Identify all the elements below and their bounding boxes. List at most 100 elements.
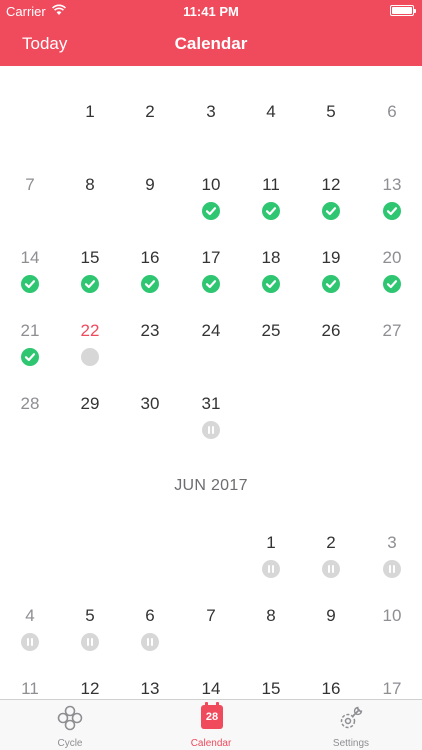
day-number: 13: [140, 679, 160, 698]
calendar-day[interactable]: 23: [120, 321, 180, 381]
tab-label-settings: Settings: [332, 738, 370, 749]
calendar-day[interactable]: 14: [0, 248, 60, 308]
calendar-day[interactable]: 12: [301, 175, 361, 235]
day-number: 9: [145, 175, 155, 194]
day-number: 6: [145, 606, 155, 625]
day-number: 8: [85, 175, 95, 194]
calendar-day[interactable]: 27: [362, 321, 422, 381]
checkmark-icon: [383, 202, 401, 220]
calendar-day[interactable]: 25: [241, 321, 301, 381]
checkmark-icon: [21, 348, 39, 366]
calendar-day[interactable]: 4: [0, 606, 60, 666]
calendar-day[interactable]: 1: [60, 102, 120, 162]
tab-bar: Cycle 28 Calendar Settings: [0, 699, 422, 750]
tab-calendar[interactable]: 28 Calendar: [151, 700, 271, 750]
day-number: 30: [140, 394, 160, 413]
day-number: 17: [382, 679, 402, 698]
day-number: 15: [261, 679, 281, 698]
calendar-day[interactable]: 17: [362, 679, 422, 699]
checkmark-icon: [21, 275, 39, 293]
pause-icon: [21, 633, 39, 651]
day-number: 1: [85, 102, 95, 121]
calendar-day[interactable]: 9: [120, 175, 180, 235]
day-number: 22: [80, 321, 100, 340]
checkmark-icon: [383, 275, 401, 293]
day-number: 7: [206, 606, 216, 625]
pause-icon: [81, 633, 99, 651]
calendar-day[interactable]: 21: [0, 321, 60, 381]
cycle-icon: [57, 705, 83, 731]
battery-icon: [390, 5, 416, 16]
day-number: 12: [80, 679, 100, 698]
calendar-day[interactable]: 28: [0, 394, 60, 454]
day-number: 7: [25, 175, 35, 194]
calendar-day[interactable]: 15: [60, 248, 120, 308]
calendar-day[interactable]: 5: [60, 606, 120, 666]
day-number: 4: [25, 606, 35, 625]
calendar-day[interactable]: 2: [301, 533, 361, 593]
calendar-day[interactable]: 13: [120, 679, 180, 699]
calendar-day[interactable]: 20: [362, 248, 422, 308]
calendar-day[interactable]: 7: [0, 175, 60, 235]
calendar-day[interactable]: 10: [362, 606, 422, 666]
calendar-day[interactable]: 16: [120, 248, 180, 308]
day-number: 15: [80, 248, 100, 267]
calendar-day[interactable]: 13: [362, 175, 422, 235]
calendar-day[interactable]: 8: [60, 175, 120, 235]
calendar-day[interactable]: 3: [181, 102, 241, 162]
checkmark-icon: [322, 202, 340, 220]
calendar-day[interactable]: 6: [362, 102, 422, 162]
day-number: 16: [140, 248, 160, 267]
day-number: 14: [201, 679, 221, 698]
calendar-day[interactable]: 14: [181, 679, 241, 699]
day-number: 26: [321, 321, 341, 340]
calendar-day[interactable]: 12: [60, 679, 120, 699]
calendar-day[interactable]: 29: [60, 394, 120, 454]
tab-settings[interactable]: Settings: [291, 700, 411, 750]
day-number: 6: [387, 102, 397, 121]
day-number: 31: [201, 394, 221, 413]
day-number: 11: [262, 175, 280, 194]
calendar-day[interactable]: 3: [362, 533, 422, 593]
day-number: 19: [321, 248, 341, 267]
day-number: 2: [326, 533, 336, 552]
calendar-day[interactable]: 15: [241, 679, 301, 699]
tab-cycle[interactable]: Cycle: [10, 700, 130, 750]
pause-icon: [383, 560, 401, 578]
settings-icon: [340, 706, 363, 729]
calendar-day[interactable]: 8: [241, 606, 301, 666]
day-number: 13: [382, 175, 402, 194]
pause-icon: [141, 633, 159, 651]
calendar-day[interactable]: 11: [0, 679, 60, 699]
calendar-day[interactable]: 1: [241, 533, 301, 593]
checkmark-icon: [141, 275, 159, 293]
pause-icon: [322, 560, 340, 578]
day-number: 17: [201, 248, 221, 267]
day-number: 21: [20, 321, 40, 340]
status-bar: Carrier 11:41 PM: [0, 0, 422, 22]
page-title: Calendar: [174, 34, 248, 53]
calendar-day[interactable]: 16: [301, 679, 361, 699]
day-number: 5: [85, 606, 95, 625]
calendar-day[interactable]: 31: [181, 394, 241, 454]
day-number: 16: [321, 679, 341, 698]
calendar-day[interactable]: 6: [120, 606, 180, 666]
calendar-day[interactable]: 4: [241, 102, 301, 162]
calendar-day[interactable]: 9: [301, 606, 361, 666]
calendar-day[interactable]: 19: [301, 248, 361, 308]
calendar-day[interactable]: 2: [120, 102, 180, 162]
status-time: 11:41 PM: [183, 4, 239, 19]
calendar-day[interactable]: 11: [241, 175, 301, 235]
day-number: 8: [266, 606, 276, 625]
calendar-day-today[interactable]: 22: [60, 321, 120, 381]
calendar-day[interactable]: 26: [301, 321, 361, 381]
calendar-day[interactable]: 18: [241, 248, 301, 308]
calendar-view[interactable]: 1 2 3 4 5 6 7 8 9 10 11 12 13 14 15 16 17 18 19 20 21 22 23 24 2…: [0, 66, 422, 699]
day-number: 3: [387, 533, 397, 552]
calendar-day[interactable]: 10: [181, 175, 241, 235]
calendar-day[interactable]: 30: [120, 394, 180, 454]
calendar-day[interactable]: 17: [181, 248, 241, 308]
calendar-day[interactable]: 5: [301, 102, 361, 162]
calendar-day[interactable]: 7: [181, 606, 241, 666]
calendar-day[interactable]: 24: [181, 321, 241, 381]
